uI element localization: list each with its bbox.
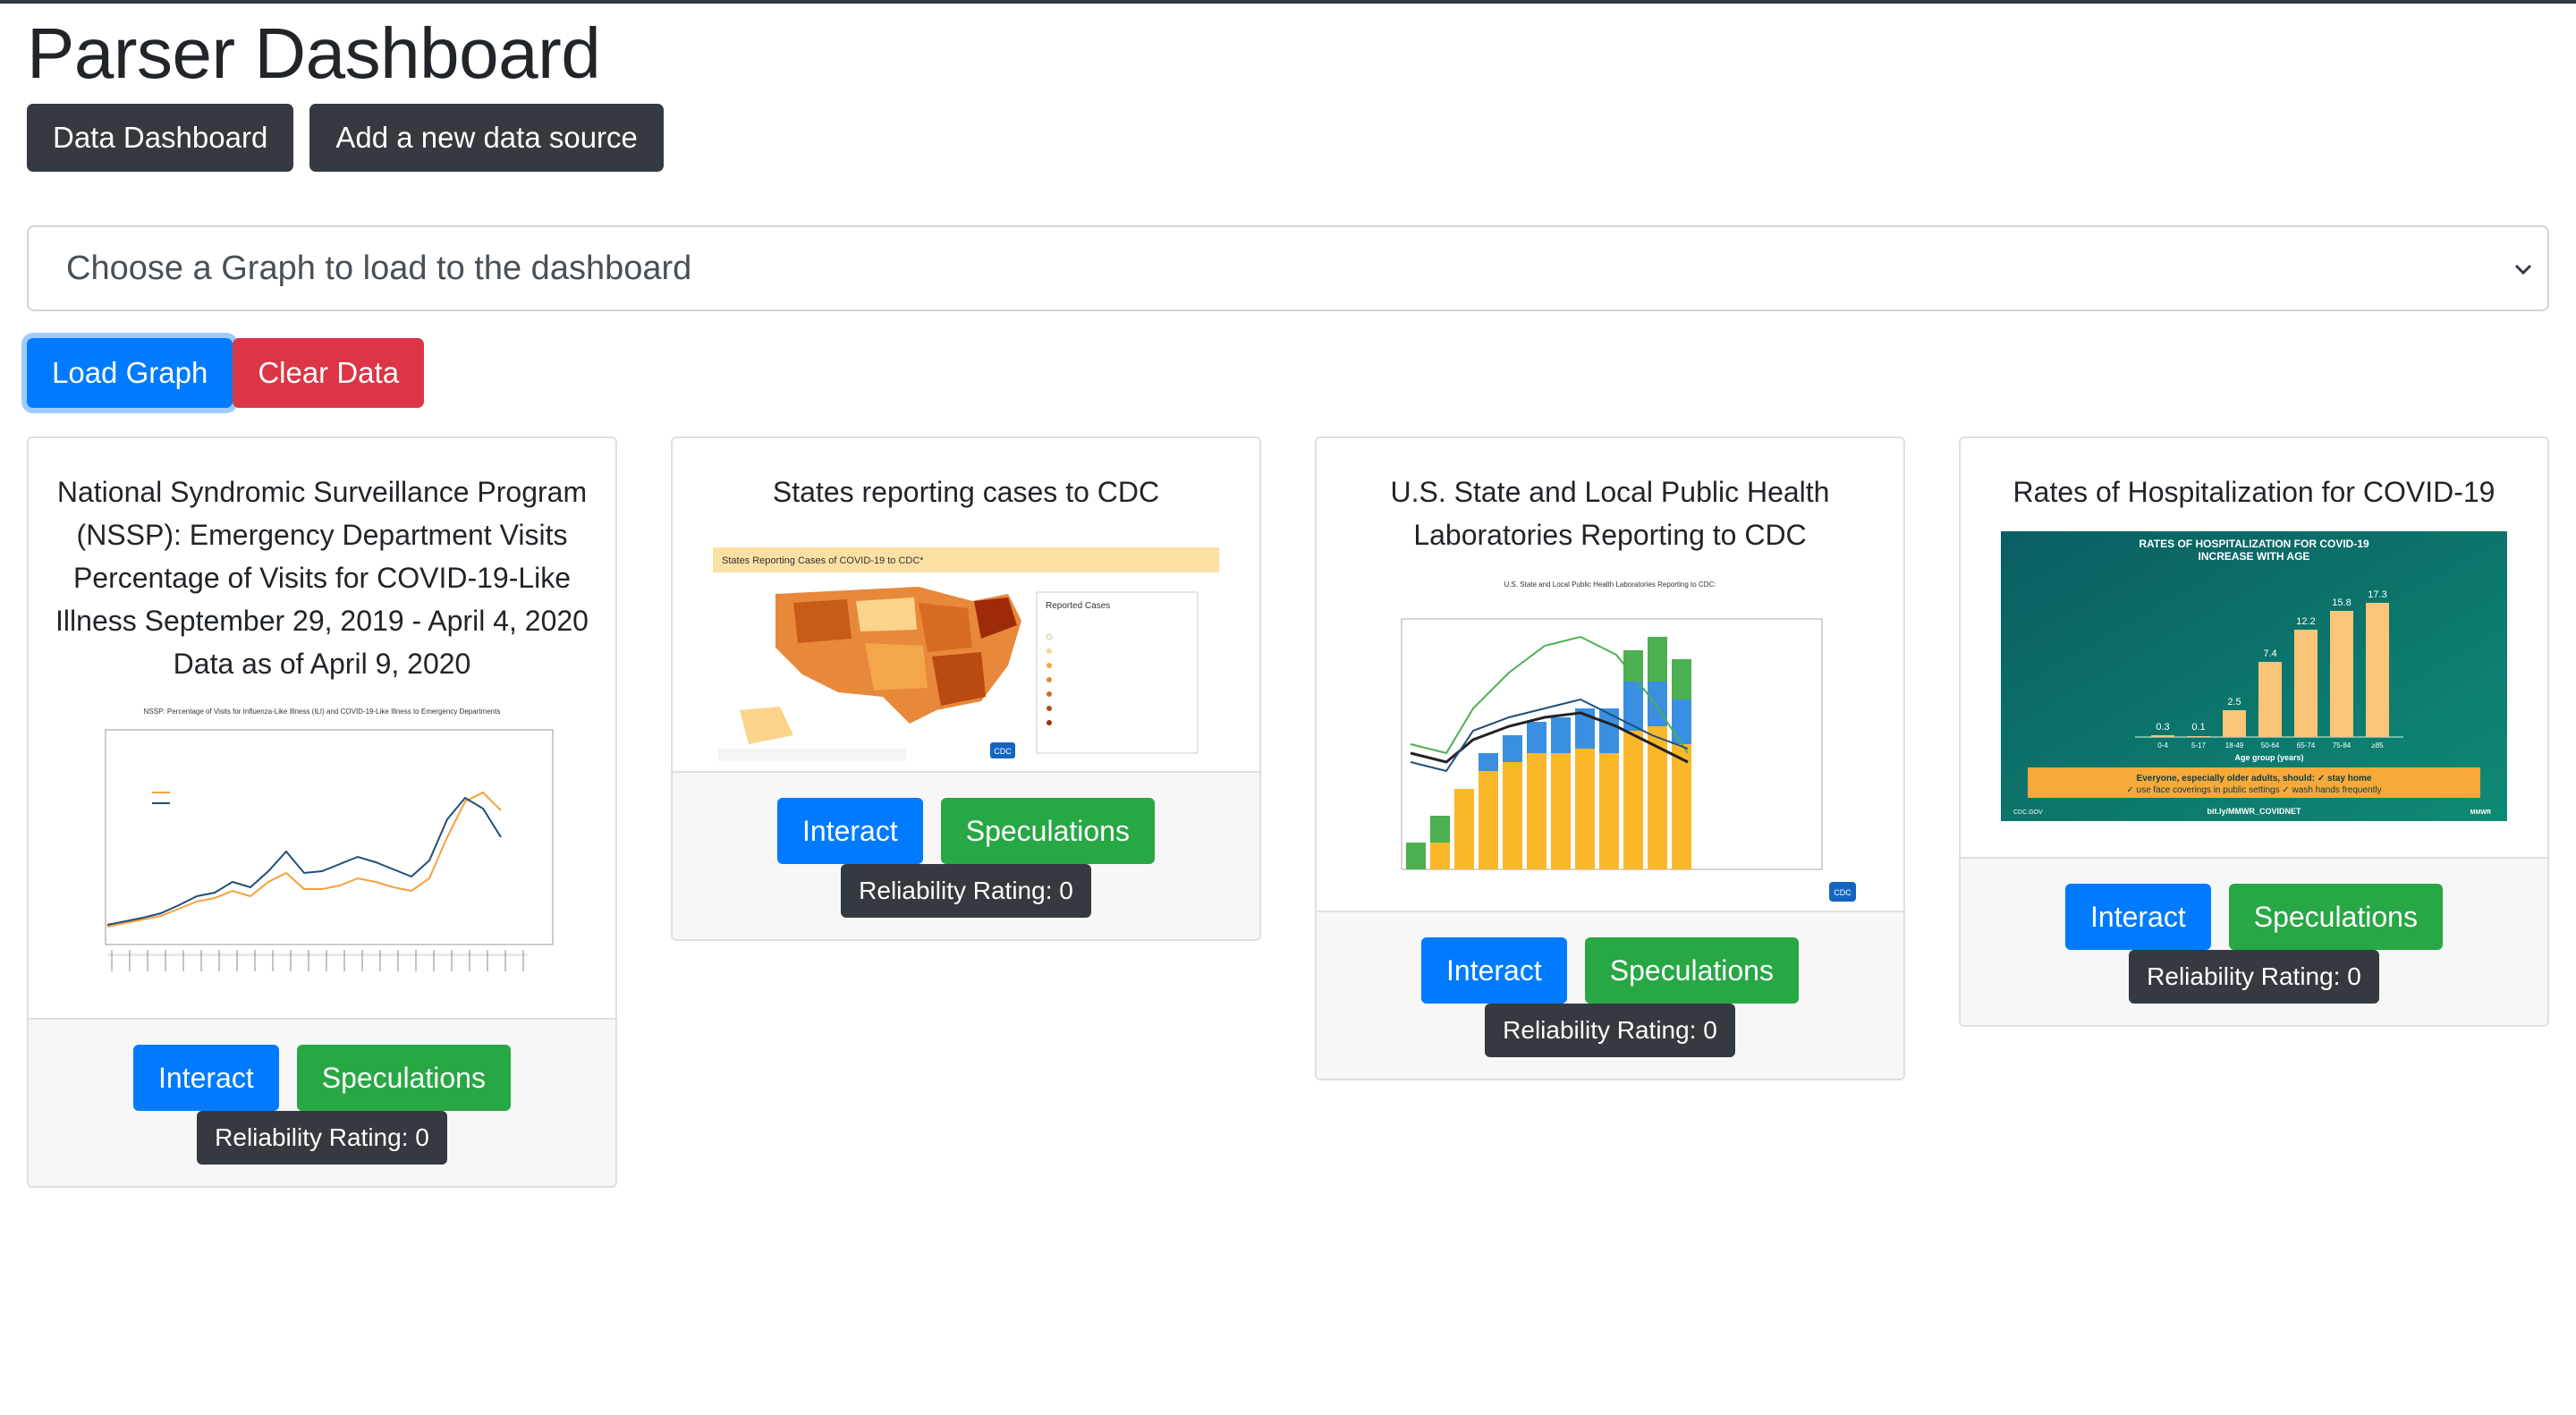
- reliability-rating-badge: Reliability Rating: 0: [1485, 1004, 1735, 1057]
- bar-label: 50-64: [2261, 741, 2280, 750]
- infographic-footer: bit.ly/MMWR_COVIDNET: [2207, 807, 2302, 816]
- data-dashboard-button[interactable]: Data Dashboard: [27, 104, 294, 172]
- image-caption: States Reporting Cases of COVID-19 to CD…: [722, 555, 924, 566]
- infographic-footer: CDC.GOV: [2013, 809, 2043, 816]
- hospitalization-infographic-image: RATES OF HOSPITALIZATION FOR COVID-19 IN…: [2001, 531, 2507, 821]
- nav-buttons: Data Dashboard Add a new data source: [27, 104, 664, 172]
- graph-card: Rates of Hospitalization for COVID-19 RA…: [1959, 436, 2549, 1027]
- card-title: U.S. State and Local Public Health Labor…: [1390, 476, 1830, 551]
- interact-button[interactable]: Interact: [1421, 937, 1567, 1004]
- bar-value: 12.2: [2296, 616, 2315, 627]
- bar-label: 65-74: [2297, 741, 2316, 750]
- card-footer: Interact Speculations Reliability Rating…: [29, 1018, 615, 1186]
- graph-card: National Syndromic Surveillance Program …: [27, 436, 617, 1188]
- infographic-subheading: INCREASE WITH AGE: [2199, 550, 2310, 563]
- card-footer: Interact Speculations Reliability Rating…: [1961, 857, 2547, 1025]
- image-caption: U.S. State and Local Public Health Labor…: [1504, 580, 1716, 589]
- image-caption: NSSP: Percentage of Visits for Influenza…: [144, 708, 501, 716]
- bar-label: 75-84: [2333, 741, 2351, 750]
- graph-actions: Load Graph Clear Data: [27, 338, 425, 408]
- speculations-button[interactable]: Speculations: [2228, 884, 2443, 950]
- cdc-logo: CDC: [1834, 888, 1852, 897]
- infographic-heading: RATES OF HOSPITALIZATION FOR COVID-19: [2139, 538, 2369, 550]
- speculations-button[interactable]: Speculations: [940, 798, 1155, 864]
- us-map-image: States Reporting Cases of COVID-19 to CD…: [713, 531, 1219, 771]
- bar-label: 5-17: [2191, 741, 2207, 750]
- top-border: [0, 0, 2576, 4]
- reliability-rating-badge: Reliability Rating: 0: [197, 1111, 447, 1165]
- card-title: Rates of Hospitalization for COVID-19: [2012, 476, 2496, 508]
- reliability-rating-badge: Reliability Rating: 0: [2129, 950, 2379, 1004]
- card-title: States reporting cases to CDC: [772, 476, 1160, 508]
- speculations-button[interactable]: Speculations: [296, 1045, 511, 1111]
- nssp-line-chart-image: NSSP: Percentage of Visits for Influenza…: [72, 703, 572, 991]
- bar-value: 7.4: [2263, 648, 2276, 659]
- load-graph-button[interactable]: Load Graph: [27, 338, 233, 408]
- graph-select-value: Choose a Graph to load to the dashboard: [66, 250, 692, 287]
- add-data-source-button[interactable]: Add a new data source: [309, 104, 664, 172]
- card-title: National Syndromic Surveillance Program …: [55, 476, 589, 680]
- graph-card: States reporting cases to CDC States Rep…: [671, 436, 1261, 941]
- bar-label: 0-4: [2157, 741, 2168, 750]
- speculations-button[interactable]: Speculations: [1584, 937, 1799, 1004]
- clear-data-button[interactable]: Clear Data: [233, 338, 425, 408]
- infographic-message: ✓ use face coverings in public settings …: [2126, 785, 2381, 795]
- graph-card: U.S. State and Local Public Health Labor…: [1315, 436, 1905, 1080]
- interact-button[interactable]: Interact: [2065, 884, 2211, 950]
- lab-testing-chart-image: U.S. State and Local Public Health Labor…: [1357, 574, 1863, 911]
- bar-value: 15.8: [2332, 597, 2351, 608]
- bar-value: 0.3: [2156, 722, 2169, 733]
- bar-label: ≥85: [2371, 741, 2384, 750]
- page-title: Parser Dashboard: [27, 13, 601, 93]
- infographic-message: Everyone, especially older adults, shoul…: [2137, 774, 2372, 784]
- bar-value: 2.5: [2227, 697, 2241, 708]
- infographic-footer: MMWR: [2470, 809, 2491, 816]
- age-axis-label: Age group (years): [2234, 753, 2303, 762]
- interact-button[interactable]: Interact: [133, 1045, 279, 1111]
- map-legend-title: Reported Cases: [1046, 601, 1110, 611]
- chevron-down-icon: [2514, 264, 2532, 275]
- card-footer: Interact Speculations Reliability Rating…: [1317, 911, 1903, 1079]
- bar-value: 17.3: [2368, 589, 2386, 600]
- reliability-rating-badge: Reliability Rating: 0: [841, 864, 1091, 918]
- graph-select[interactable]: Choose a Graph to load to the dashboard: [27, 225, 2549, 311]
- card-footer: Interact Speculations Reliability Rating…: [673, 771, 1259, 939]
- bar-label: 18-49: [2225, 741, 2244, 750]
- bar-value: 0.1: [2191, 722, 2205, 733]
- cdc-logo: CDC: [994, 747, 1012, 756]
- interact-button[interactable]: Interact: [777, 798, 923, 864]
